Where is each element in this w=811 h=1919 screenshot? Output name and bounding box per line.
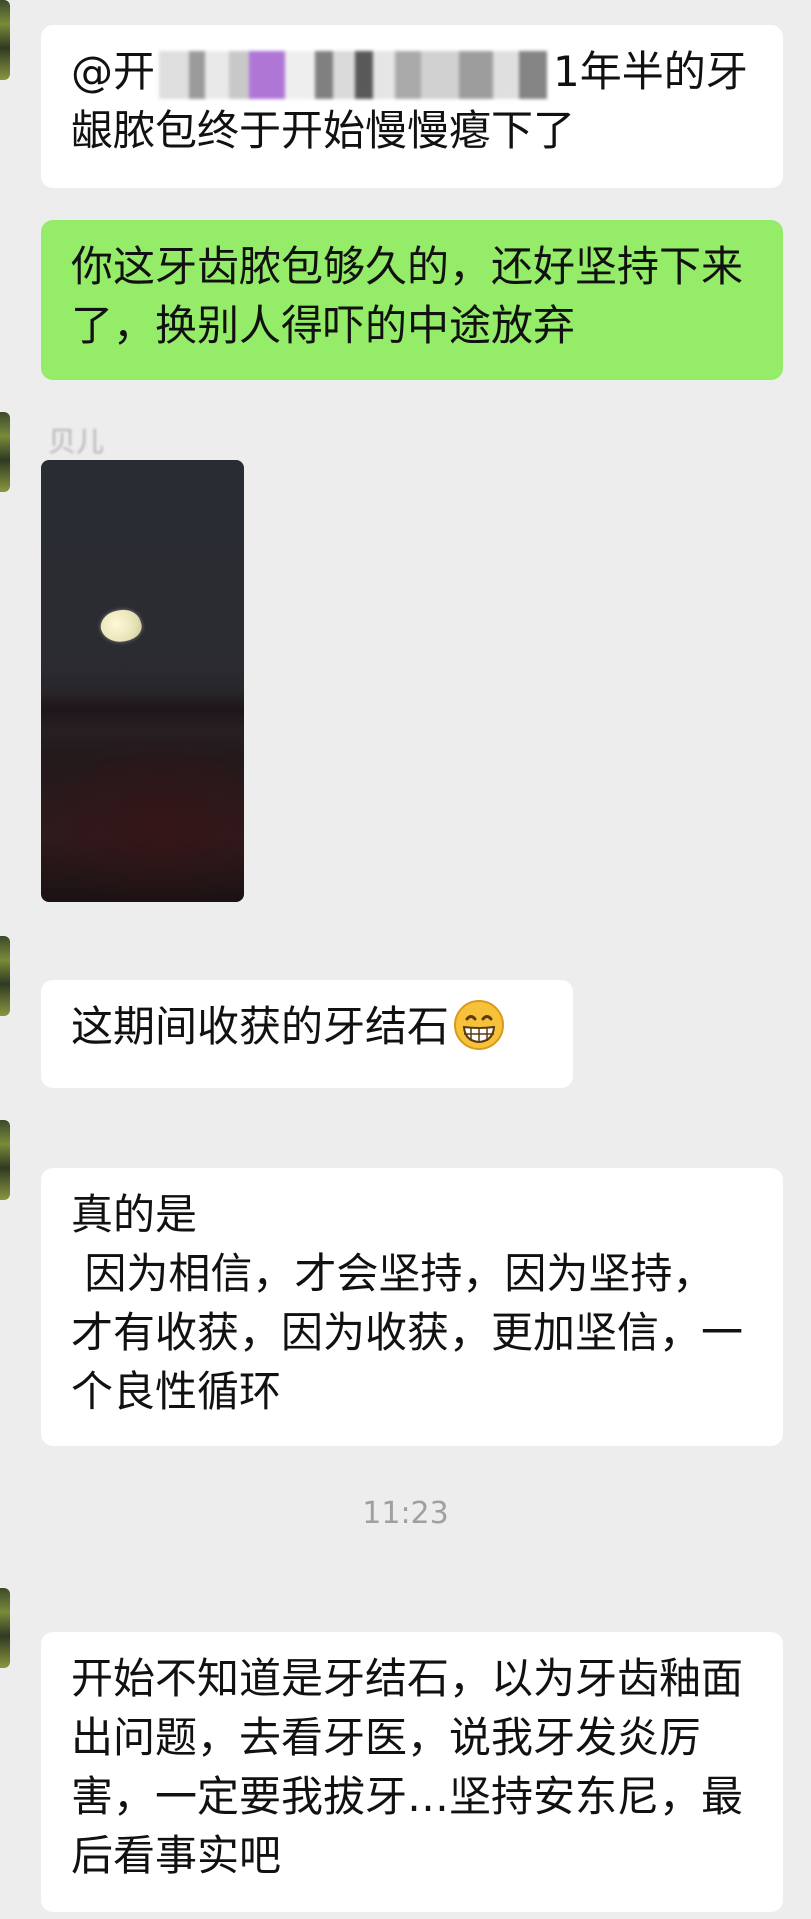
avatar[interactable] — [0, 936, 10, 1016]
redacted-username — [159, 50, 548, 99]
message-text: 开始不知道是牙结石，以为牙齿釉面出问题，去看牙医，说我牙发炎厉害，一定要我拔牙…… — [71, 1654, 744, 1880]
message-bubble[interactable]: 这期间收获的牙结石 — [41, 980, 573, 1088]
avatar[interactable] — [0, 412, 10, 492]
image-message[interactable] — [41, 460, 244, 902]
timestamp: 11:23 — [362, 1496, 449, 1531]
tartar-stone — [97, 604, 145, 648]
avatar[interactable] — [0, 0, 10, 80]
sender-name: 贝儿 — [48, 425, 105, 458]
grinning-face-icon — [453, 999, 505, 1066]
message-text: 你这牙齿脓包够久的，还好坚持下来了，换别人得吓的中途放弃 — [71, 242, 744, 350]
photo-shadow — [41, 690, 244, 730]
message-bubble[interactable]: 开始不知道是牙结石，以为牙齿釉面出问题，去看牙医，说我牙发炎厉害，一定要我拔牙…… — [41, 1632, 783, 1912]
message-bubble[interactable]: 你这牙齿脓包够久的，还好坚持下来了，换别人得吓的中途放弃 — [41, 220, 783, 380]
avatar[interactable] — [0, 1588, 10, 1668]
mention-tag[interactable]: @开 — [71, 42, 553, 101]
message-bubble[interactable]: 真的是 因为相信，才会坚持，因为坚持，才有收获，因为收获，更加坚信，一个良性循环 — [41, 1168, 783, 1446]
message-text: 这期间收获的牙结石 — [71, 1002, 450, 1051]
avatar[interactable] — [0, 1120, 10, 1200]
message-text: 真的是 因为相信，才会坚持，因为坚持，才有收获，因为收获，更加坚信，一个良性循环 — [71, 1190, 744, 1416]
message-bubble[interactable]: @开 1年半的牙龈脓包终于开始慢慢瘪下了 — [41, 25, 783, 188]
